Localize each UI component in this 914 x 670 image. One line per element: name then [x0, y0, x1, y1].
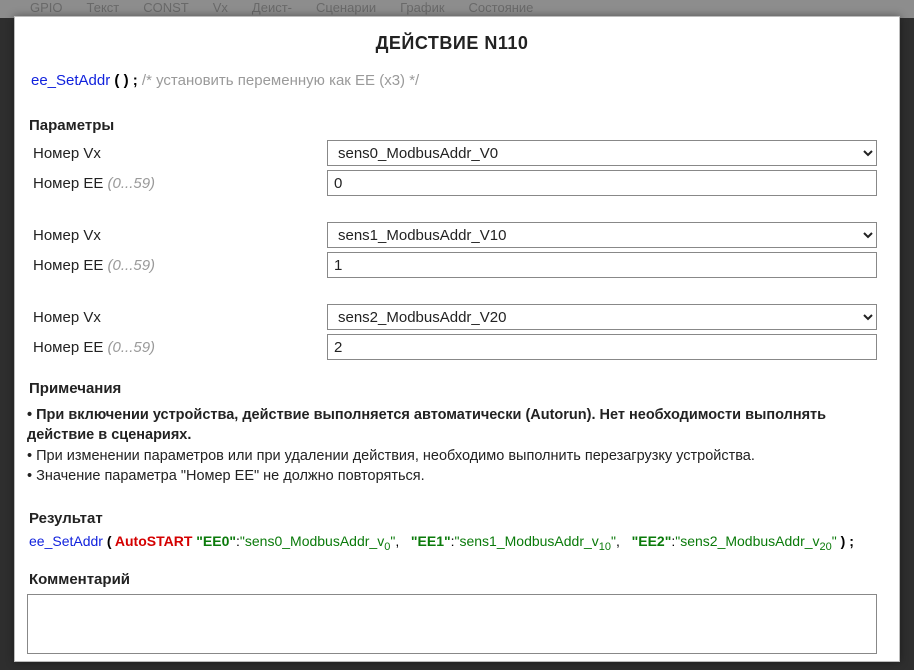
- fn-name: ee_SetAddr: [31, 72, 110, 89]
- note-line: • Значение параметра "Номер EE" не должн…: [27, 466, 877, 486]
- bg-tab: CONST: [143, 0, 189, 15]
- bg-tab: Деист-: [252, 0, 292, 15]
- ee-input-0[interactable]: [327, 170, 877, 196]
- notes-heading: Примечания: [29, 378, 877, 399]
- label-ee: Номер EE: [33, 175, 103, 192]
- bg-tab: График: [400, 0, 444, 15]
- ee-input-2[interactable]: [327, 334, 877, 360]
- note-line: • При включении устройства, действие вып…: [27, 405, 877, 446]
- label-vx: Номер Vx: [27, 227, 327, 244]
- bg-tab: Сценарии: [316, 0, 376, 15]
- ee-input-1[interactable]: [327, 252, 877, 278]
- vx-select-1[interactable]: sens1_ModbusAddr_V10: [327, 222, 877, 248]
- bg-tab: Vx: [213, 0, 228, 15]
- bg-tab: GPIO: [30, 0, 63, 15]
- note-line: • При изменении параметров или при удале…: [27, 446, 877, 466]
- result-heading: Результат: [29, 510, 877, 527]
- params-heading: Параметры: [29, 117, 877, 134]
- bg-tab: Текст: [87, 0, 120, 15]
- result-code: ee_SetAddr ( AutoSTART "EE0":"sens0_Modb…: [29, 533, 877, 553]
- bg-tab: Состояние: [469, 0, 534, 15]
- label-ee-hint: (0...59): [108, 257, 156, 274]
- vx-select-0[interactable]: sens0_ModbusAddr_V0: [327, 140, 877, 166]
- label-ee: Номер EE: [33, 257, 103, 274]
- fn-comment: /* установить переменную как EE (x3) */: [142, 72, 419, 89]
- dialog-title: ДЕЙСТВИЕ N110: [27, 33, 877, 54]
- label-vx: Номер Vx: [27, 145, 327, 162]
- vx-select-2[interactable]: sens2_ModbusAddr_V20: [327, 304, 877, 330]
- label-ee: Номер EE: [33, 339, 103, 356]
- action-dialog: ДЕЙСТВИЕ N110 ee_SetAddr ( ) ; /* устано…: [14, 16, 900, 662]
- comment-textarea[interactable]: [27, 594, 877, 654]
- label-vx: Номер Vx: [27, 309, 327, 326]
- comment-heading: Комментарий: [29, 571, 877, 588]
- label-ee-hint: (0...59): [108, 175, 156, 192]
- fn-parens: ( ): [114, 72, 132, 89]
- label-ee-hint: (0...59): [108, 339, 156, 356]
- function-signature: ee_SetAddr ( ) ; /* установить переменну…: [31, 72, 877, 89]
